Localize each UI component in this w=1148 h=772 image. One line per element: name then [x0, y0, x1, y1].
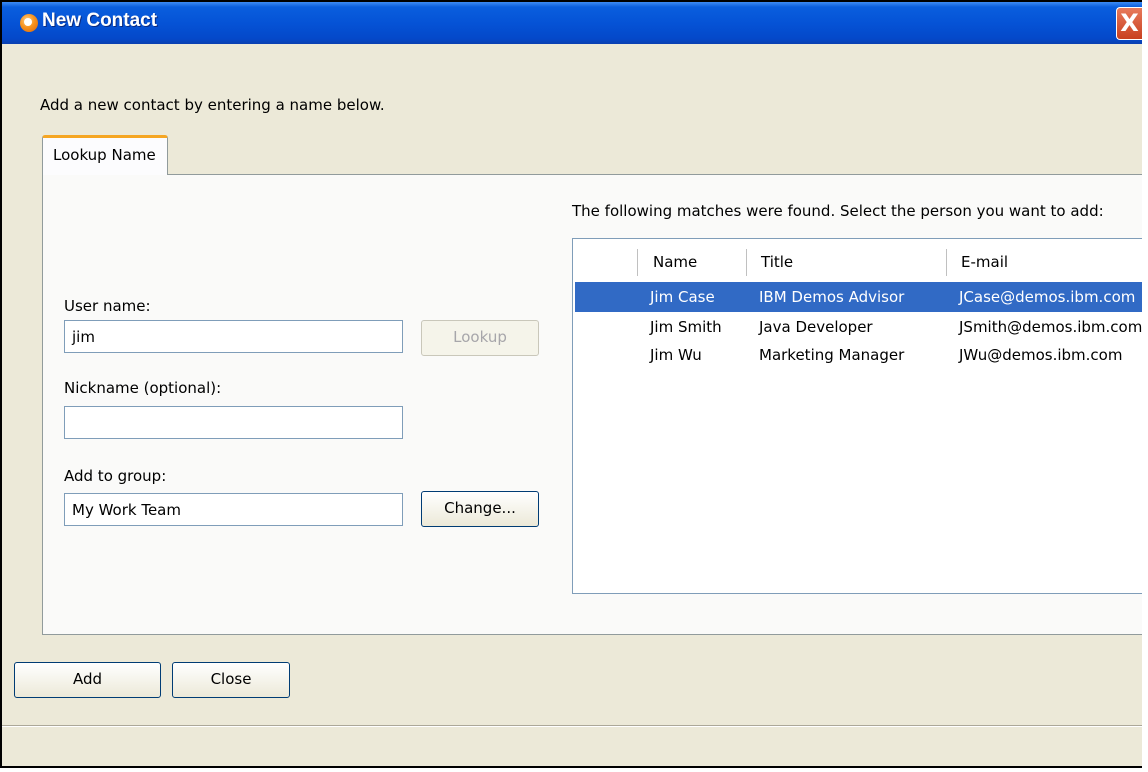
match-title: Java Developer — [759, 318, 873, 336]
intro-text: Add a new contact by entering a name bel… — [40, 96, 385, 114]
match-row[interactable]: Jim Smith Java Developer JSmith@demos.ib… — [575, 312, 1142, 342]
match-name: Jim Smith — [650, 318, 722, 336]
match-title: Marketing Manager — [759, 346, 905, 364]
match-email: JSmith@demos.ibm.com — [959, 318, 1142, 336]
nickname-input[interactable] — [64, 406, 403, 439]
new-contact-dialog: New Contact X Add a new contact by enter… — [0, 0, 1142, 768]
group-input[interactable]: My Work Team — [64, 493, 403, 526]
column-separator[interactable] — [946, 249, 947, 276]
match-title: IBM Demos Advisor — [759, 288, 905, 306]
column-header-name[interactable]: Name — [653, 239, 697, 279]
change-group-button[interactable]: Change... — [421, 491, 539, 527]
match-email: JWu@demos.ibm.com — [959, 346, 1123, 364]
column-separator[interactable] — [637, 249, 638, 276]
title-bar[interactable]: New Contact X — [2, 2, 1142, 44]
tab-lookup-name[interactable]: Lookup Name — [42, 135, 168, 175]
user-name-input[interactable]: jim — [64, 320, 403, 353]
user-name-label: User name: — [64, 297, 151, 315]
match-row[interactable]: Jim Wu Marketing Manager JWu@demos.ibm.c… — [575, 340, 1142, 370]
nickname-label: Nickname (optional): — [64, 379, 222, 397]
lookup-button[interactable]: Lookup — [421, 320, 539, 356]
matches-list[interactable]: Name Title E-mail Jim Case IBM Demos Adv… — [572, 238, 1142, 594]
match-row[interactable]: Jim Case IBM Demos Advisor JCase@demos.i… — [575, 282, 1142, 312]
column-separator[interactable] — [746, 249, 747, 276]
window-title: New Contact — [42, 10, 158, 31]
column-header-email[interactable]: E-mail — [961, 239, 1008, 279]
close-button[interactable]: Close — [172, 662, 290, 698]
footer-divider-highlight — [2, 726, 1142, 727]
match-name: Jim Case — [650, 288, 715, 306]
matches-prompt: The following matches were found. Select… — [572, 202, 1104, 220]
add-to-group-label: Add to group: — [64, 467, 167, 485]
sametime-icon — [20, 14, 38, 32]
match-email: JCase@demos.ibm.com — [959, 288, 1136, 306]
match-name: Jim Wu — [650, 346, 702, 364]
close-window-button[interactable]: X — [1116, 7, 1142, 40]
column-header-title[interactable]: Title — [761, 239, 793, 279]
add-button[interactable]: Add — [14, 662, 161, 698]
